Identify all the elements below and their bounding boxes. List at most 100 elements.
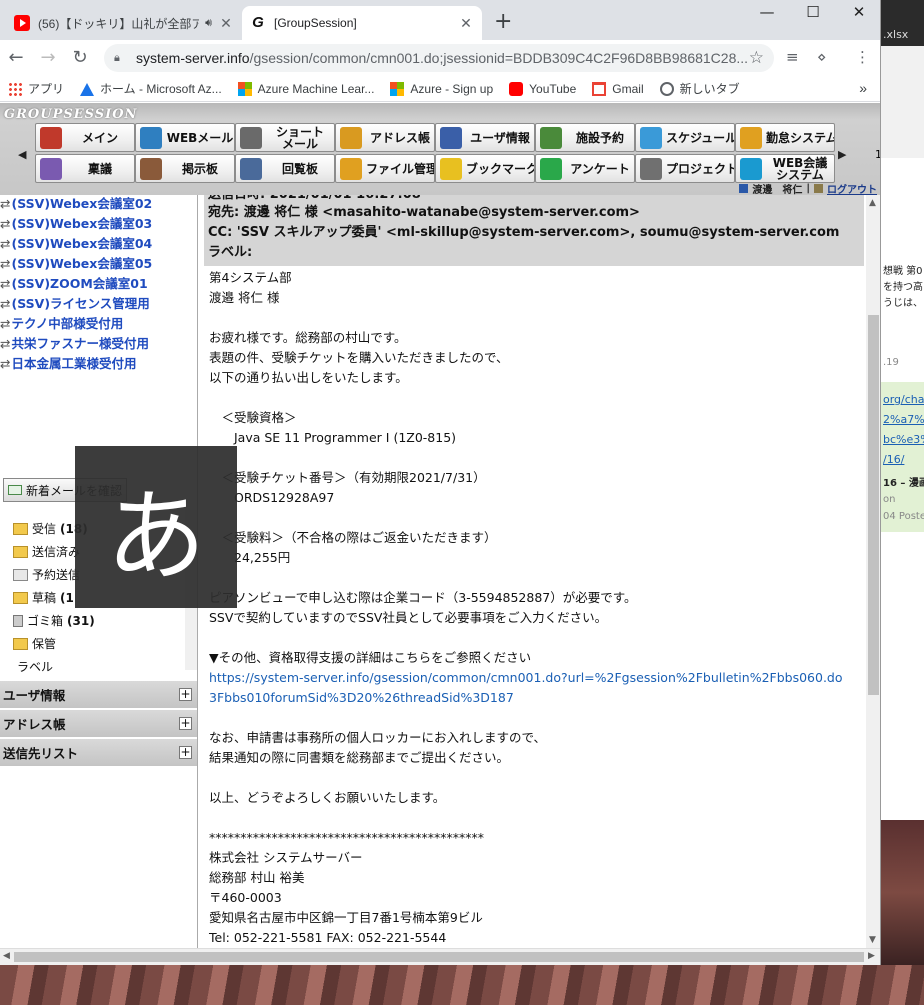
mail-body-line: ORDS12928A97	[209, 490, 335, 505]
logout-link[interactable]: ログアウト	[827, 181, 877, 196]
bookmark-azure-ml[interactable]: Azure Machine Lear...	[237, 81, 374, 96]
menu-page-number: 1	[875, 148, 880, 161]
bookmark-new-tab[interactable]: 新しいタブ	[659, 80, 740, 97]
reload-icon[interactable]: ↻	[68, 46, 92, 70]
background-link[interactable]: org/cha	[883, 393, 924, 406]
account-item[interactable]: ⇄共栄ファスナー様受付用	[0, 333, 149, 352]
account-label: (SSV)Webex会議室05	[11, 256, 153, 271]
menu-kebab-icon[interactable]: ⋮	[855, 48, 870, 66]
account-item[interactable]: ⇄(SSV)Webex会議室04	[0, 233, 152, 252]
mail-vertical-scrollbar[interactable]: ▲ ▼	[866, 195, 880, 948]
account-item[interactable]: ⇄(SSV)Webex会議室05	[0, 253, 152, 272]
extension-icon[interactable]: ⋄	[817, 48, 826, 66]
scroll-thumb[interactable]	[868, 315, 879, 695]
section-label: アドレス帳	[3, 717, 66, 732]
account-item[interactable]: ⇄(SSV)Webex会議室02	[0, 195, 152, 212]
menu-label: 施設予約	[575, 130, 624, 145]
forward-arrow-icon[interactable]: →	[36, 46, 60, 70]
background-window[interactable]: .xlsx 想戦 第0 を持つ高 うじは、 .19 org/cha 2%a7% …	[881, 0, 924, 965]
account-item[interactable]: ⇄日本金属工業様受付用	[0, 353, 137, 372]
folder-sent[interactable]: 送信済み	[13, 543, 80, 560]
folder-trash[interactable]: ゴミ箱 (31)	[13, 612, 95, 629]
browser-toolbar: ← → ↻ 🔒︎ system-server.info/gsession/com…	[0, 40, 880, 76]
menu-label: ユーザ情報	[470, 130, 530, 145]
bookmark-azure-home[interactable]: ホーム - Microsoft Az...	[80, 80, 222, 97]
account-label: 日本金属工業様受付用	[11, 356, 137, 371]
account-item[interactable]: ⇄テクノ中部様受付用	[0, 313, 123, 332]
background-link[interactable]: bc%e3%	[883, 433, 924, 446]
menu-short-mail[interactable]: ショート メール	[235, 123, 335, 152]
mail-body-line: 24,255円	[209, 550, 291, 565]
lock-icon[interactable]: 🔒︎	[114, 51, 126, 65]
back-arrow-icon[interactable]: ←	[4, 46, 28, 70]
page-horizontal-scrollbar[interactable]: ◀ ▶	[0, 948, 880, 965]
mail-body-line	[209, 768, 864, 788]
tab-groupsession[interactable]: G [GroupSession] ✕	[242, 6, 482, 40]
section-user-info[interactable]: ユーザ情報 +	[0, 681, 197, 709]
menu-web-meeting[interactable]: WEB会議 システム	[735, 154, 835, 183]
speaker-icon[interactable]: 🔊︎	[205, 17, 212, 30]
scroll-right-icon[interactable]: ▶	[868, 951, 875, 961]
menu-schedule[interactable]: スケジュール	[635, 123, 735, 152]
scroll-left-icon[interactable]: ◀	[3, 951, 10, 961]
maximize-button[interactable]: ☐	[790, 0, 836, 30]
url-text[interactable]: system-server.info/gsession/common/cmn00…	[136, 50, 749, 66]
menu-approval[interactable]: 稟議	[35, 154, 135, 183]
menu-bulletin[interactable]: 掲示板	[135, 154, 235, 183]
address-bar[interactable]: 🔒︎ system-server.info/gsession/common/cm…	[104, 44, 774, 72]
background-link[interactable]: /16/	[883, 453, 904, 466]
menu-next-arrow-icon[interactable]: ▶	[838, 148, 846, 161]
close-window-button[interactable]: ✕	[836, 0, 880, 30]
expand-icon[interactable]: +	[179, 746, 192, 759]
scroll-thumb[interactable]	[14, 952, 864, 962]
bookmarks-overflow-button[interactable]: »	[859, 80, 867, 96]
bookmark-apps[interactable]: アプリ	[8, 80, 64, 97]
folder-labels[interactable]: ラベル	[17, 658, 53, 675]
account-item[interactable]: ⇄(SSV)Webex会議室03	[0, 213, 152, 232]
menu-bookmark-star[interactable]: ブックマーク	[435, 154, 535, 183]
menu-circular[interactable]: 回覧板	[235, 154, 335, 183]
new-tab-button[interactable]: +	[494, 9, 512, 34]
menu-attendance[interactable]: 勤怠システム	[735, 123, 835, 152]
bookmark-star-icon[interactable]: ☆	[749, 48, 764, 68]
folder-archive[interactable]: 保管	[13, 635, 56, 652]
section-recipient-list[interactable]: 送信先リスト +	[0, 739, 197, 767]
menu-address-book[interactable]: アドレス帳	[335, 123, 435, 152]
menu-prev-arrow-icon[interactable]: ◀	[18, 148, 26, 161]
menu-webmail[interactable]: WEBメール	[135, 123, 235, 152]
background-link[interactable]: 2%a7%	[883, 413, 924, 426]
scroll-up-icon[interactable]: ▲	[869, 198, 876, 208]
account-icon: ⇄	[0, 196, 11, 211]
mail-header: 送信日時: 2021/01/01 16:27:08 宛先: 渡邊 将仁 様 <m…	[204, 195, 864, 266]
menu-project[interactable]: プロジェクト	[635, 154, 735, 183]
mail-body-link[interactable]: 3Fbbs010forumSid%3D20%26threadSid%3D187	[209, 688, 864, 708]
folder-drafts[interactable]: 草稿 (1	[13, 589, 74, 606]
bookmark-gmail[interactable]: Gmail	[592, 81, 644, 96]
gs-logo[interactable]: GROUPSESSION	[4, 107, 137, 122]
section-address-book[interactable]: アドレス帳 +	[0, 710, 197, 738]
menu-label: WEB会議 システム	[772, 155, 828, 182]
menu-folder[interactable]: ファイル管理	[335, 154, 435, 183]
media-control-icon[interactable]: ≡	[786, 48, 799, 66]
mail-body-link[interactable]: https://system-server.info/gsession/comm…	[209, 668, 864, 688]
folder-scheduled[interactable]: 予約送信	[13, 566, 80, 583]
tab-youtube[interactable]: (56)【ドッキリ】山礼が全部アマゾン 🔊︎ ✕	[6, 6, 242, 40]
close-tab-icon[interactable]: ✕	[458, 15, 474, 32]
mail-body-line: 第4システム部	[209, 270, 292, 285]
account-item[interactable]: ⇄(SSV)ZOOM会議室01	[0, 273, 148, 292]
expand-icon[interactable]: +	[179, 688, 192, 701]
bookmark-azure-signup[interactable]: Azure - Sign up	[390, 81, 493, 96]
account-item[interactable]: ⇄(SSV)ライセンス管理用	[0, 293, 150, 312]
menu-user-info[interactable]: ユーザ情報	[435, 123, 535, 152]
expand-icon[interactable]: +	[179, 717, 192, 730]
close-tab-icon[interactable]: ✕	[218, 15, 234, 32]
menu-home[interactable]: メイン	[35, 123, 135, 152]
menu-facility[interactable]: 施設予約	[535, 123, 635, 152]
bookmark-youtube[interactable]: YouTube	[509, 81, 576, 96]
groupsession-icon: G	[252, 14, 264, 31]
scroll-down-icon[interactable]: ▼	[869, 935, 876, 945]
menu-survey[interactable]: アンケート	[535, 154, 635, 183]
folder-icon	[340, 157, 362, 180]
separator: |	[806, 183, 810, 194]
minimize-button[interactable]: —	[744, 0, 790, 30]
